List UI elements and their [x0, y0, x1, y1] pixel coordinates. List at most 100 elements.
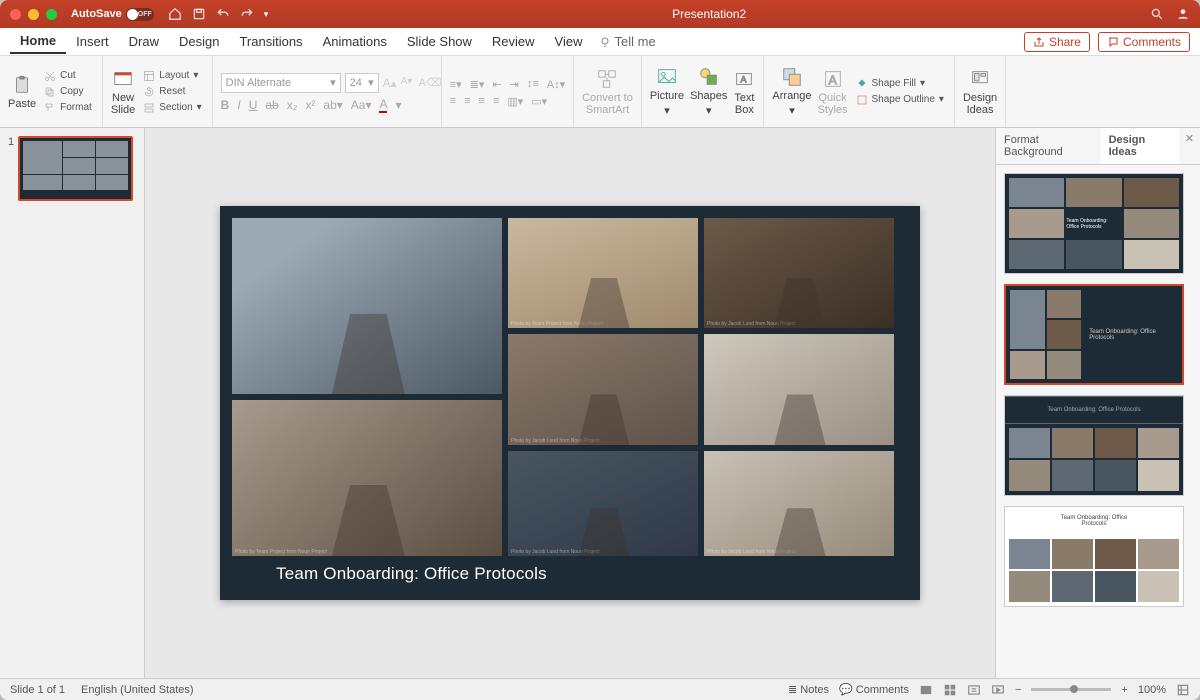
redo-icon[interactable] [240, 7, 254, 21]
reset-button[interactable]: Reset [141, 85, 203, 99]
tell-me-search[interactable]: Tell me [599, 34, 656, 49]
line-spacing-icon[interactable]: ↕≡ [527, 78, 539, 90]
bullets-icon[interactable]: ≡▾ [450, 78, 462, 91]
search-icon[interactable] [1150, 7, 1164, 21]
tab-insert[interactable]: Insert [66, 30, 119, 53]
align-center-icon[interactable]: ≡ [464, 95, 470, 107]
highlight-icon[interactable]: ab▾ [323, 98, 342, 112]
home-icon[interactable] [168, 7, 182, 21]
minimize-window-button[interactable] [28, 9, 39, 20]
shrink-font-icon[interactable]: A▾ [401, 76, 415, 90]
text-box-button[interactable]: A Text Box [733, 68, 755, 116]
shapes-button[interactable]: Shapes▾ [690, 66, 727, 117]
design-ideas-button[interactable]: Design Ideas [963, 68, 997, 116]
layout-button[interactable]: Layout ▾ [141, 69, 203, 83]
quick-styles-button[interactable]: A Quick Styles [818, 68, 848, 116]
comments-button[interactable]: Comments [1098, 32, 1190, 52]
shape-outline-button[interactable]: Shape Outline ▾ [854, 93, 946, 107]
quick-access-toolbar: ▾ [168, 7, 269, 21]
tab-design[interactable]: Design [169, 30, 229, 53]
align-right-icon[interactable]: ≡ [479, 95, 485, 107]
text-direction-icon[interactable]: A↕▾ [547, 78, 565, 91]
autosave-switch-off[interactable] [126, 8, 154, 21]
subscript-icon[interactable]: x₂ [287, 98, 298, 112]
italic-icon[interactable]: I [237, 98, 240, 112]
underline-icon[interactable]: U [249, 98, 258, 112]
clear-format-icon[interactable]: A⌫ [419, 76, 433, 90]
convert-smartart-button[interactable]: Convert to SmartArt [582, 68, 633, 116]
status-comments-button[interactable]: 💬 Comments [839, 683, 909, 696]
superscript-icon[interactable]: x² [305, 98, 315, 112]
copy-button[interactable]: Copy [42, 85, 94, 99]
tab-transitions[interactable]: Transitions [229, 30, 312, 53]
change-case-icon[interactable]: Aa▾ [351, 98, 372, 112]
zoom-in-icon[interactable]: + [1121, 684, 1127, 696]
close-window-button[interactable] [10, 9, 21, 20]
numbering-icon[interactable]: ≣▾ [470, 78, 485, 91]
format-painter-button[interactable]: Format [42, 101, 94, 115]
photo-laptop-trio[interactable] [704, 334, 894, 445]
slide-title[interactable]: Team Onboarding: Office Protocols [276, 564, 908, 584]
tab-animations[interactable]: Animations [313, 30, 397, 53]
picture-button[interactable]: Picture▾ [650, 66, 684, 117]
indent-less-icon[interactable]: ⇤ [492, 78, 501, 91]
design-ideas-list[interactable]: Team Onboarding: Office Protocols Team O… [996, 165, 1200, 678]
slide-1[interactable]: Photo by Team Project from Noun Project … [220, 206, 920, 600]
sorter-view-icon[interactable] [943, 683, 957, 697]
status-language[interactable]: English (United States) [81, 684, 194, 696]
zoom-out-icon[interactable]: − [1015, 684, 1021, 696]
reading-view-icon[interactable] [967, 683, 981, 697]
paste-button[interactable]: Paste [8, 74, 36, 110]
align-text-icon[interactable]: ▭▾ [531, 95, 547, 108]
tab-format-background[interactable]: Format Background [996, 128, 1101, 164]
shape-fill-button[interactable]: Shape Fill ▾ [854, 77, 946, 91]
notes-button[interactable]: ≣ Notes [788, 683, 829, 696]
tab-view[interactable]: View [545, 30, 593, 53]
columns-icon[interactable]: ▥▾ [507, 95, 523, 108]
font-color-icon[interactable]: A [379, 97, 387, 113]
account-icon[interactable] [1176, 7, 1190, 21]
close-pane-icon[interactable]: ✕ [1179, 128, 1200, 164]
tab-design-ideas[interactable]: Design Ideas [1101, 128, 1179, 164]
photo-coworking[interactable]: Photo by Jacob Lund from Noun Project [704, 451, 894, 556]
slide-canvas[interactable]: Photo by Team Project from Noun Project … [145, 128, 995, 678]
tab-slide-show[interactable]: Slide Show [397, 30, 482, 53]
design-idea-1[interactable]: Team Onboarding: Office Protocols [1004, 173, 1184, 274]
new-slide-button[interactable]: New Slide [111, 68, 135, 116]
zoom-slider[interactable] [1031, 688, 1111, 691]
font-size-select[interactable]: 24▾ [345, 73, 379, 93]
grow-font-icon[interactable]: A▴ [383, 76, 397, 90]
font-name-select[interactable]: DIN Alternate▾ [221, 73, 341, 93]
photo-desk-pair[interactable]: Photo by Jacob Lund from Noun Project [508, 334, 698, 445]
autosave-toggle[interactable]: AutoSave [71, 8, 154, 21]
share-button[interactable]: Share [1024, 32, 1090, 52]
justify-icon[interactable]: ≡ [493, 95, 499, 107]
photo-laughing-group[interactable]: Photo by Jacob Lund from Noun Project [704, 218, 894, 328]
cut-button[interactable]: Cut [42, 69, 94, 83]
tab-draw[interactable]: Draw [119, 30, 169, 53]
fit-window-icon[interactable] [1176, 683, 1190, 697]
align-left-icon[interactable]: ≡ [450, 95, 456, 107]
photo-smiling-woman[interactable]: Photo by Jacob Lund from Noun Project [508, 451, 698, 556]
design-idea-2[interactable]: Team Onboarding: Office Protocols [1004, 284, 1184, 385]
photo-presenter[interactable] [232, 218, 502, 394]
design-idea-4[interactable]: Team Onboarding: Office Protocols [1004, 506, 1184, 607]
slide-thumbnails-pane[interactable]: 1 [0, 128, 145, 678]
photo-seated-woman[interactable]: Photo by Team Project from Noun Project [508, 218, 698, 328]
photo-meeting[interactable]: Photo by Team Project from Noun Project [232, 400, 502, 556]
slide-thumbnail-1[interactable]: 1 [8, 136, 136, 201]
normal-view-icon[interactable] [919, 683, 933, 697]
slideshow-view-icon[interactable] [991, 683, 1005, 697]
section-button[interactable]: Section ▾ [141, 101, 203, 115]
undo-icon[interactable] [216, 7, 230, 21]
tab-home[interactable]: Home [10, 29, 66, 54]
tab-review[interactable]: Review [482, 30, 545, 53]
strike-icon[interactable]: ab [265, 98, 278, 112]
arrange-button[interactable]: Arrange▾ [772, 66, 811, 117]
zoom-level[interactable]: 100% [1138, 684, 1166, 696]
indent-more-icon[interactable]: ⇥ [510, 78, 519, 91]
save-icon[interactable] [192, 7, 206, 21]
bold-icon[interactable]: B [221, 98, 230, 112]
design-idea-3[interactable]: Team Onboarding: Office Protocols [1004, 395, 1184, 496]
zoom-window-button[interactable] [46, 9, 57, 20]
